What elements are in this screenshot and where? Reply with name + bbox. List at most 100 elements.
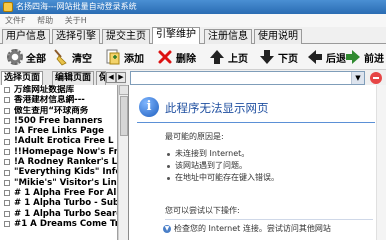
- try-item-text: 检查您的 Internet 连接。尝试访问其他网站: [174, 224, 331, 233]
- list-item[interactable]: "Everything Kids" Info: [0, 167, 117, 177]
- list-item-checkbox[interactable]: [4, 169, 10, 176]
- next-page-button[interactable]: 下页: [258, 47, 298, 67]
- list-item-label: "Everything Kids" Info: [14, 167, 117, 178]
- tab-engine-maintenance[interactable]: 引擎维护: [152, 27, 200, 44]
- try-item[interactable]: ▼ 检查您的 Internet 连接。尝试访问其他网站: [163, 223, 331, 234]
- window-title: 名扬四海---网站批量自动登录系统: [16, 2, 137, 11]
- list-item-label: !!Homepage Now's Fre: [14, 146, 117, 157]
- scroll-thumb[interactable]: [120, 96, 128, 136]
- subtab-select-page[interactable]: 选择页面: [1, 71, 44, 85]
- list-item-label: !500 Free banners: [14, 115, 103, 126]
- list-item-checkbox[interactable]: [4, 221, 10, 227]
- tab-submit-homepage[interactable]: 提交主页: [102, 29, 150, 44]
- tab-registration-info[interactable]: 注册信息: [204, 29, 252, 44]
- tab-select-engine[interactable]: 选择引擎: [52, 29, 100, 44]
- list-item-label: !A Free Links Page: [14, 126, 104, 137]
- select-all-button[interactable]: 全部: [6, 47, 46, 67]
- tab-user-info[interactable]: 用户信息: [2, 29, 50, 44]
- list-item-label: #1 A Dreams Come Tru: [14, 218, 117, 229]
- arrow-right-icon: [344, 48, 362, 66]
- app-icon: [3, 2, 13, 12]
- causes-list: 未连接到 Internet。 该网站遇到了问题。 在地址中可能存在键入错误。: [165, 148, 375, 184]
- forward-label: 前进: [364, 53, 384, 65]
- list-item[interactable]: "Mikie's" Visitor's Link: [0, 178, 117, 188]
- title-bar: 名扬四海---网站批量自动登录系统: [0, 0, 386, 14]
- menu-help[interactable]: 帮助: [37, 14, 53, 27]
- list-item[interactable]: !Adult Erotica Free L: [0, 136, 117, 146]
- back-button[interactable]: 后退: [306, 47, 346, 67]
- subtab-edit-page[interactable]: 编辑页面: [52, 71, 95, 85]
- add-label: 添加: [124, 53, 144, 65]
- list-item-checkbox[interactable]: [4, 179, 10, 186]
- add-page-icon: [104, 48, 122, 66]
- list-item-checkbox[interactable]: [4, 210, 10, 217]
- menu-file[interactable]: 文件F: [5, 14, 26, 27]
- delete-label: 删除: [176, 53, 196, 65]
- forward-button[interactable]: 前进: [344, 47, 384, 67]
- broom-icon: [52, 48, 70, 66]
- select-all-label: 全部: [26, 53, 46, 65]
- list-item[interactable]: 万维网址数据库: [0, 85, 117, 95]
- list-item[interactable]: # 1 Alpha Free For All: [0, 188, 117, 198]
- list-item[interactable]: 傲生查用“环球商务: [0, 106, 117, 116]
- prev-page-button[interactable]: 上页: [208, 47, 248, 67]
- error-title: 此程序无法显示网页: [165, 101, 269, 115]
- list-item-label: # 1 Alpha Free For All: [14, 187, 117, 198]
- arrow-up-icon: [208, 48, 226, 66]
- error-header: i 此程序无法显示网页: [137, 93, 375, 123]
- list-item-label: 香港建材信息網---: [14, 95, 85, 106]
- subtab-scroll-arrows: ◀ ▶: [106, 72, 126, 83]
- expand-icon[interactable]: ▼: [163, 224, 171, 233]
- list-item-checkbox[interactable]: [4, 190, 10, 197]
- address-combo[interactable]: ▼: [130, 71, 365, 85]
- back-label: 后退: [326, 53, 346, 65]
- list-item-checkbox[interactable]: [4, 138, 10, 145]
- list-item-checkbox[interactable]: [4, 200, 10, 207]
- list-item-checkbox[interactable]: [4, 118, 10, 125]
- try-divider: [165, 219, 373, 220]
- list-item[interactable]: !!Homepage Now's Fre: [0, 147, 117, 157]
- list-item[interactable]: # 1 Alpha Turbo - Subm: [0, 198, 117, 208]
- list-scrollbar[interactable]: [118, 85, 129, 240]
- add-button[interactable]: 添加: [104, 47, 144, 67]
- content-scrollbar[interactable]: [376, 85, 386, 240]
- engine-list[interactable]: 万维网址数据库 香港建材信息網--- 傲生查用“环球商务 !500 Free bann…: [0, 85, 118, 240]
- list-item-checkbox[interactable]: [4, 87, 10, 94]
- error-body: 最可能的原因是: 未连接到 Internet。 该网站遇到了问题。 在地址中可能…: [165, 131, 375, 184]
- dropdown-arrow-icon[interactable]: ▼: [351, 72, 364, 84]
- error-page: i 此程序无法显示网页 最可能的原因是: 未连接到 Internet。 该网站遇…: [137, 93, 375, 240]
- list-item[interactable]: !A Rodney Ranker's L: [0, 157, 117, 167]
- arrow-down-icon: [258, 48, 276, 66]
- list-item[interactable]: !500 Free banners: [0, 116, 117, 126]
- list-item-label: 万维网址数据库: [14, 85, 75, 95]
- subtab-right-arrow-icon[interactable]: ▶: [116, 72, 126, 83]
- causes-title: 最可能的原因是:: [165, 132, 224, 141]
- stop-icon: [370, 72, 382, 84]
- list-item[interactable]: !A Free Links Page: [0, 126, 117, 136]
- list-item-checkbox[interactable]: [4, 128, 10, 135]
- list-item-label: # 1 Alpha Turbo Search: [14, 208, 117, 219]
- delete-button[interactable]: 删除: [156, 47, 196, 67]
- list-item[interactable]: #1 A Dreams Come Tru: [0, 219, 117, 229]
- prev-page-label: 上页: [228, 53, 248, 65]
- cause-item: 在地址中可能存在键入错误。: [165, 172, 375, 184]
- subtab-left-arrow-icon[interactable]: ◀: [106, 72, 116, 83]
- gear-icon: [6, 48, 24, 66]
- delete-icon: [156, 48, 174, 66]
- list-item[interactable]: # 1 Alpha Turbo Search: [0, 209, 117, 219]
- cause-item: 未连接到 Internet。: [165, 148, 375, 160]
- list-item-checkbox[interactable]: [4, 148, 10, 155]
- go-button[interactable]: [368, 71, 384, 85]
- list-item-checkbox[interactable]: [4, 97, 10, 104]
- list-item[interactable]: 香港建材信息網---: [0, 95, 117, 105]
- info-icon: i: [139, 97, 159, 117]
- list-item-checkbox[interactable]: [4, 107, 10, 114]
- list-item-label: !Adult Erotica Free L: [14, 136, 114, 147]
- subtab-save[interactable]: 保存: [96, 71, 106, 85]
- clear-button[interactable]: 清空: [52, 47, 92, 67]
- menu-about[interactable]: 关于H: [65, 14, 87, 27]
- toolbar: 全部 清空 添加 删除 上页 下页 后退 前进: [0, 44, 386, 70]
- main-tab-strip: 用户信息 选择引擎 提交主页 引擎维护 注册信息 使用说明: [0, 27, 386, 44]
- tab-usage-guide[interactable]: 使用说明: [254, 29, 302, 44]
- list-item-checkbox[interactable]: [4, 159, 10, 166]
